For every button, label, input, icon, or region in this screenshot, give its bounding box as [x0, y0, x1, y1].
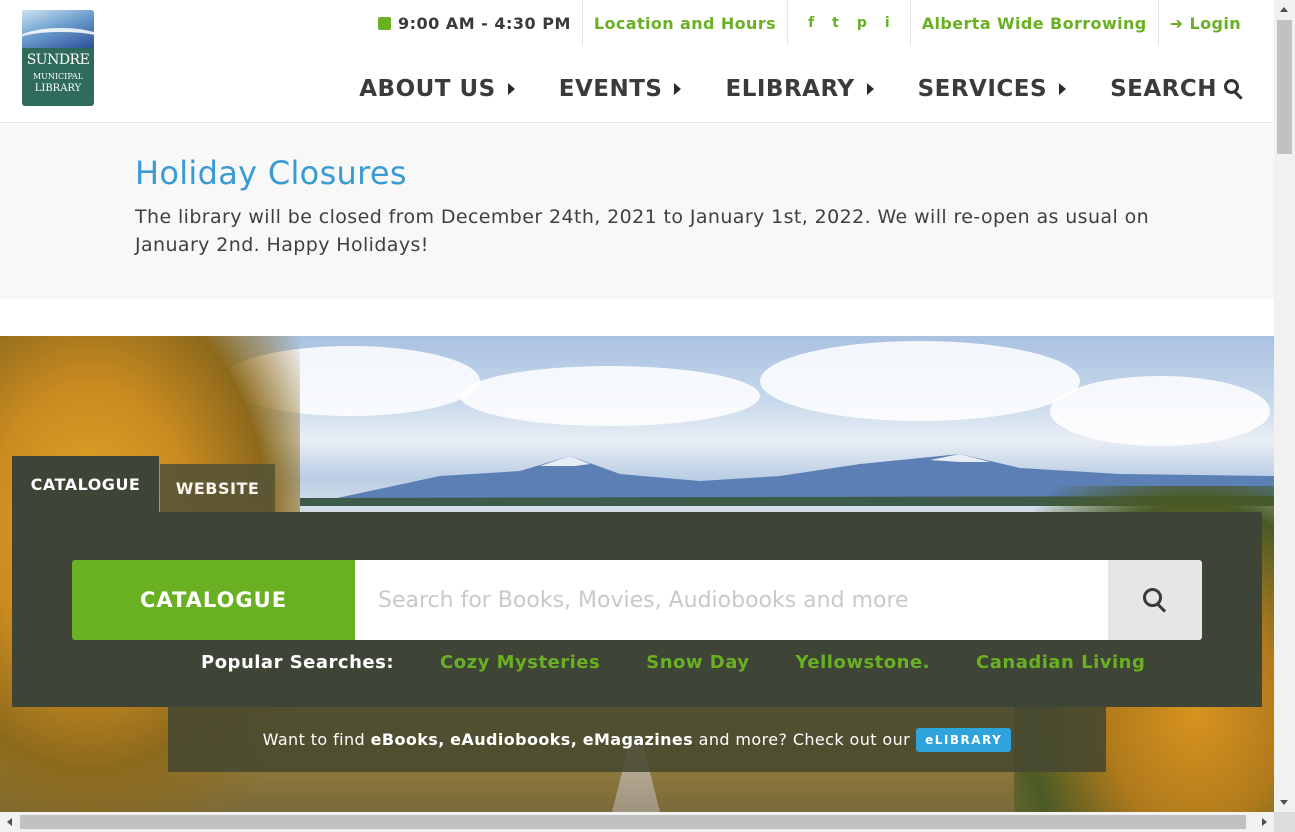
nav-about-us[interactable]: ABOUT US — [359, 76, 515, 102]
page: SUNDRE MUNICIPAL LIBRARY 9:00 AM - 4:30 … — [0, 0, 1295, 832]
logo-text-sundre: SUNDRE — [26, 52, 90, 68]
horizontal-scrollbar[interactable] — [0, 812, 1274, 832]
nav-label: ABOUT US — [359, 76, 496, 102]
popular-searches: Popular Searches: Cozy Mysteries Snow Da… — [201, 652, 1191, 673]
utility-bar: 9:00 AM - 4:30 PM Location and Hours f t… — [367, 0, 1252, 46]
nav-label: ELIBRARY — [725, 76, 855, 102]
borrowing-segment: Alberta Wide Borrowing — [911, 0, 1159, 46]
promo-suffix: and more? Check out our — [698, 730, 911, 749]
social-links: f t p i — [788, 0, 911, 46]
alert-title: Holiday Closures — [135, 154, 407, 192]
scroll-up-arrow-icon[interactable] — [1280, 7, 1288, 12]
search-submit-button[interactable] — [1108, 560, 1202, 640]
nav-elibrary[interactable]: ELIBRARY — [725, 76, 874, 102]
library-logo[interactable]: SUNDRE MUNICIPAL LIBRARY — [22, 10, 94, 106]
popular-query-link[interactable]: Cozy Mysteries — [440, 652, 600, 673]
scroll-left-arrow-icon[interactable] — [7, 818, 12, 826]
elibrary-promo-bar: Want to find eBooks, eAudiobooks, eMagaz… — [168, 707, 1106, 772]
popular-searches-label: Popular Searches: — [201, 652, 395, 673]
caret-right-icon — [507, 83, 515, 95]
hours-display: 9:00 AM - 4:30 PM — [367, 0, 583, 46]
promo-prefix: Want to find — [262, 730, 366, 749]
facebook-icon[interactable]: f — [808, 15, 814, 31]
hours-text: 9:00 AM - 4:30 PM — [397, 13, 571, 33]
popular-query-link[interactable]: Snow Day — [646, 652, 749, 673]
elibrary-badge-link[interactable]: eLIBRARY — [916, 727, 1012, 752]
search-icon — [1143, 588, 1167, 613]
promo-ebooks: eBooks, — [370, 730, 445, 749]
logo-text-municipal: MUNICIPAL — [32, 72, 84, 81]
site-header: SUNDRE MUNICIPAL LIBRARY 9:00 AM - 4:30 … — [0, 0, 1274, 123]
alert-body: The library will be closed from December… — [135, 206, 1150, 256]
vertical-scroll-thumb[interactable] — [1277, 20, 1292, 154]
logo-text-library: LIBRARY — [34, 83, 82, 94]
tab-catalogue[interactable]: CATALOGUE — [12, 456, 159, 512]
login-link[interactable]: Login — [1189, 14, 1241, 33]
cloud-shape — [1050, 376, 1270, 446]
cloud-shape — [760, 341, 1080, 421]
horizontal-scroll-thumb[interactable] — [20, 815, 1246, 829]
login-segment: ➜ Login — [1159, 0, 1252, 46]
scrollbar-corner — [1274, 812, 1295, 832]
search-panel: CATALOGUE Popular Searches: Cozy Mysteri… — [12, 512, 1262, 707]
caret-right-icon — [674, 83, 682, 95]
nav-search[interactable]: SEARCH — [1110, 76, 1244, 102]
nav-label: SERVICES — [917, 76, 1048, 102]
scroll-right-arrow-icon[interactable] — [1262, 818, 1267, 826]
vertical-scrollbar[interactable] — [1274, 0, 1295, 812]
search-icon — [1224, 79, 1244, 100]
clock-icon — [377, 16, 391, 30]
nav-events[interactable]: EVENTS — [559, 76, 682, 102]
catalogue-scope-button[interactable]: CATALOGUE — [72, 560, 355, 640]
popular-query-link[interactable]: Yellowstone. — [796, 652, 930, 673]
search-input[interactable] — [355, 560, 1108, 640]
nav-label: EVENTS — [558, 76, 663, 102]
twitter-icon[interactable]: t — [832, 15, 839, 31]
logo-wave-stroke — [22, 28, 94, 54]
login-icon: ➜ — [1169, 13, 1184, 33]
scroll-down-arrow-icon[interactable] — [1280, 800, 1288, 805]
promo-emagazines: eMagazines — [582, 730, 694, 749]
main-navigation: ABOUT US EVENTS ELIBRARY SERVICES SEARCH — [359, 76, 1244, 102]
location-hours-link[interactable]: Location and Hours — [594, 14, 776, 33]
popular-query-link[interactable]: Canadian Living — [976, 652, 1145, 673]
nav-services[interactable]: SERVICES — [918, 76, 1067, 102]
promo-eaudiobooks: eAudiobooks, — [450, 730, 578, 749]
tab-website[interactable]: WEBSITE — [160, 464, 275, 512]
location-hours-segment: Location and Hours — [583, 0, 789, 46]
cloud-shape — [460, 366, 760, 426]
instagram-icon[interactable]: i — [885, 15, 890, 31]
caret-right-icon — [1059, 83, 1067, 95]
holiday-alert: Holiday Closures The library will be clo… — [0, 124, 1274, 299]
caret-right-icon — [866, 83, 874, 95]
nav-label: SEARCH — [1110, 76, 1217, 102]
pinterest-icon[interactable]: p — [857, 15, 867, 31]
alberta-borrowing-link[interactable]: Alberta Wide Borrowing — [922, 14, 1147, 33]
